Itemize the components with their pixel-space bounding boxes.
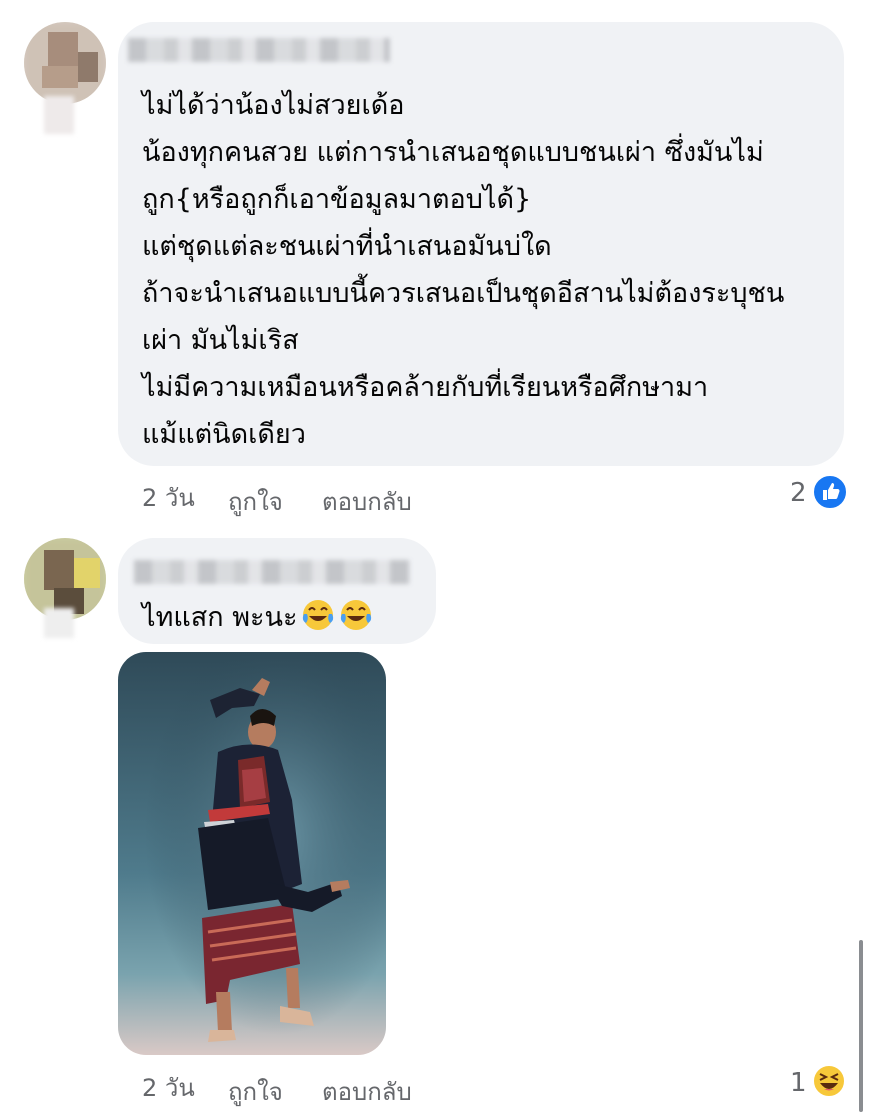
commenter-avatar-1[interactable] — [24, 22, 106, 104]
comment-line: ถ้าจะนำเสนอแบบนี้ควรเสนอเป็นชุดอีสานไม่ต… — [142, 278, 785, 309]
comment-line: แม้แต่นิดเดียว — [142, 419, 306, 450]
comment-line: เผ่า มันไม่เริส — [142, 325, 299, 356]
avatar-pixel-block — [78, 52, 98, 82]
comment-line: แต่ชุดแต่ละชนเผ่าที่นำเสนอมันบ่ใด — [142, 231, 552, 262]
comment-body-2: ไทแสก พะนะ — [142, 594, 373, 647]
commenter-name-blurred[interactable] — [128, 38, 390, 62]
like-button[interactable]: ถูกใจ — [228, 482, 283, 521]
avatar-blur-fragment — [44, 608, 74, 638]
avatar-pixel-block — [42, 66, 78, 88]
comment-body-1: ไม่ได้ว่าน้องไม่สวยเด้อ น้องทุกคนสวย แต่… — [142, 82, 784, 458]
tears-of-joy-emoji-icon — [301, 598, 373, 647]
like-button[interactable]: ถูกใจ — [228, 1072, 283, 1111]
reply-button[interactable]: ตอบกลับ — [322, 1072, 412, 1111]
photo-attachment[interactable] — [118, 652, 386, 1055]
like-icon[interactable] — [812, 474, 848, 510]
avatar-pixel-block — [74, 558, 100, 588]
comment-timestamp[interactable]: 2 วัน — [142, 478, 195, 517]
comment-line: ไม่ได้ว่าน้องไม่สวยเด้อ — [142, 90, 405, 121]
comment-line: ไม่มีความเหมือนหรือคล้ายกับที่เรียนหรือศ… — [142, 372, 709, 403]
comment-thread: ไม่ได้ว่าน้องไม่สวยเด้อ น้องทุกคนสวย แต่… — [0, 0, 870, 1115]
comment-line: ไทแสก พะนะ — [142, 602, 298, 633]
reaction-count[interactable]: 1 — [790, 1068, 807, 1098]
reply-button[interactable]: ตอบกลับ — [322, 482, 412, 521]
comment-line: ถูก{หรือถูกก็เอาข้อมูลมาตอบได้} — [142, 184, 532, 215]
reaction-count[interactable]: 2 — [790, 478, 807, 508]
comment-line: น้องทุกคนสวย แต่การนำเสนอชุดแบบชนเผ่า ซึ… — [142, 137, 764, 168]
scrollbar[interactable] — [859, 940, 863, 1112]
avatar-blur-fragment — [44, 96, 74, 134]
avatar-pixel-block — [44, 550, 74, 590]
commenter-name-blurred[interactable] — [134, 560, 410, 584]
comment-timestamp[interactable]: 2 วัน — [142, 1068, 195, 1107]
avatar-pixel-block — [48, 32, 78, 66]
haha-icon[interactable] — [812, 1064, 846, 1098]
